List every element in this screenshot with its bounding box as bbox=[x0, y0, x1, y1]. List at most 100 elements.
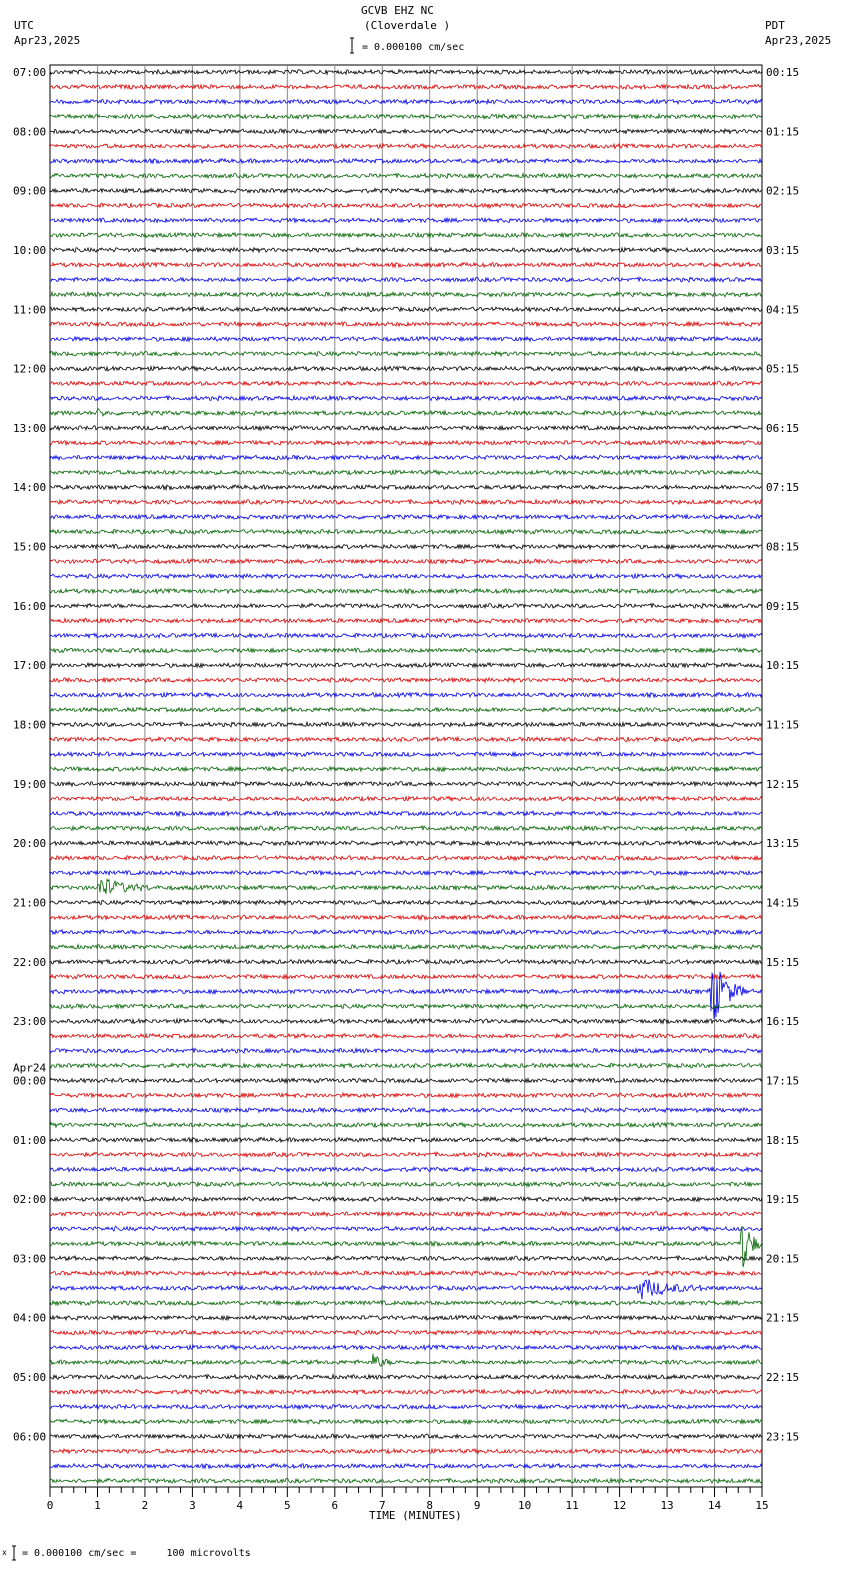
trace-17 bbox=[49, 320, 763, 328]
trace-92 bbox=[49, 1432, 763, 1441]
trace-0 bbox=[49, 68, 763, 76]
trace-85 bbox=[49, 1329, 763, 1337]
trace-30 bbox=[49, 513, 763, 521]
x-tick-label: 15 bbox=[755, 1499, 768, 1512]
pdt-hour-label: 04:15 bbox=[766, 303, 799, 316]
x-tick-label: 0 bbox=[47, 1499, 54, 1512]
utc-hour-label: 10:00 bbox=[13, 244, 46, 257]
trace-15 bbox=[49, 290, 763, 298]
trace-49 bbox=[49, 795, 763, 803]
utc-hour-label: 00:00 bbox=[13, 1074, 46, 1087]
utc-hour-label: 08:00 bbox=[13, 125, 46, 138]
trace-64 bbox=[49, 1017, 763, 1025]
trace-79 bbox=[49, 1226, 763, 1268]
footer-scale-bar-icon bbox=[12, 1545, 16, 1561]
x-tick-label: 6 bbox=[331, 1499, 338, 1512]
pdt-hour-label: 16:15 bbox=[766, 1015, 799, 1028]
trace-67 bbox=[49, 1061, 763, 1070]
trace-50 bbox=[49, 809, 763, 818]
pdt-hour-label: 00:15 bbox=[766, 66, 799, 79]
trace-38 bbox=[49, 631, 763, 640]
pdt-hour-label: 02:15 bbox=[766, 185, 799, 198]
trace-31 bbox=[49, 528, 763, 536]
trace-40 bbox=[49, 661, 763, 669]
utc-hour-label: 20:00 bbox=[13, 837, 46, 850]
trace-63 bbox=[49, 1002, 763, 1010]
trace-8 bbox=[49, 186, 763, 195]
trace-75 bbox=[49, 1180, 763, 1188]
x-tick-label: 8 bbox=[426, 1499, 433, 1512]
trace-83 bbox=[49, 1299, 763, 1307]
trace-91 bbox=[49, 1418, 763, 1426]
pdt-hour-label: 18:15 bbox=[766, 1134, 799, 1147]
pdt-hour-label: 14:15 bbox=[766, 896, 799, 909]
trace-5 bbox=[49, 142, 763, 150]
trace-70 bbox=[49, 1106, 763, 1114]
trace-66 bbox=[49, 1046, 763, 1054]
trace-29 bbox=[49, 498, 763, 506]
trace-87 bbox=[49, 1353, 763, 1367]
pdt-hour-label: 03:15 bbox=[766, 244, 799, 257]
trace-93 bbox=[49, 1447, 763, 1455]
trace-19 bbox=[49, 350, 763, 358]
trace-26 bbox=[49, 454, 763, 462]
x-tick-label: 7 bbox=[379, 1499, 386, 1512]
trace-21 bbox=[49, 380, 763, 387]
trace-48 bbox=[49, 780, 763, 788]
pdt-hour-label: 10:15 bbox=[766, 659, 799, 672]
pdt-hour-label: 23:15 bbox=[766, 1430, 799, 1443]
trace-18 bbox=[49, 335, 763, 343]
pdt-hour-label: 11:15 bbox=[766, 719, 799, 732]
utc-hour-label: 14:00 bbox=[13, 481, 46, 494]
pdt-hour-label: 09:15 bbox=[766, 600, 799, 613]
seismogram-plot: 0 1 2 3 4 5 6 7 8 9 10 11 12 13 14 1507:0008:0009:0010:… bbox=[12, 37, 799, 1561]
trace-72 bbox=[49, 1136, 763, 1144]
x-tick-label: 2 bbox=[142, 1499, 149, 1512]
utc-hour-label: 16:00 bbox=[13, 600, 46, 613]
trace-52 bbox=[49, 839, 763, 847]
trace-65 bbox=[49, 1032, 763, 1040]
trace-51 bbox=[49, 824, 763, 832]
trace-1 bbox=[49, 83, 763, 91]
trace-2 bbox=[49, 97, 763, 106]
trace-88 bbox=[49, 1373, 763, 1381]
trace-34 bbox=[49, 572, 763, 580]
trace-61 bbox=[49, 973, 763, 981]
utc-hour-label: 09:00 bbox=[13, 185, 46, 198]
trace-13 bbox=[49, 261, 763, 269]
utc-hour-label: 01:00 bbox=[13, 1134, 46, 1147]
trace-42 bbox=[49, 691, 763, 699]
utc-hour-label: 21:00 bbox=[13, 896, 46, 909]
trace-57 bbox=[49, 913, 763, 922]
trace-10 bbox=[49, 216, 763, 224]
trace-80 bbox=[49, 1254, 763, 1262]
pdt-hour-label: 13:15 bbox=[766, 837, 799, 850]
trace-16 bbox=[49, 305, 763, 313]
trace-59 bbox=[49, 943, 763, 951]
trace-36 bbox=[49, 602, 763, 610]
trace-78 bbox=[49, 1225, 763, 1233]
trace-20 bbox=[49, 364, 763, 373]
trace-6 bbox=[50, 157, 763, 165]
helicorder: GCVB EHZ NC (Cloverdale ) UTC Apr23,2025… bbox=[0, 0, 850, 1584]
utc-hour-label: 06:00 bbox=[13, 1430, 46, 1443]
trace-47 bbox=[49, 765, 763, 773]
x-tick-label: 4 bbox=[237, 1499, 244, 1512]
trace-32 bbox=[49, 543, 763, 551]
x-tick-label: 11 bbox=[566, 1499, 579, 1512]
trace-53 bbox=[49, 854, 763, 862]
pdt-hour-label: 06:15 bbox=[766, 422, 799, 435]
trace-60 bbox=[49, 958, 763, 966]
trace-76 bbox=[49, 1195, 763, 1203]
trace-3 bbox=[49, 112, 763, 121]
trace-43 bbox=[49, 706, 763, 714]
trace-37 bbox=[49, 616, 763, 625]
trace-39 bbox=[49, 647, 763, 654]
pdt-hour-label: 21:15 bbox=[766, 1312, 799, 1325]
x-tick-label: 1 bbox=[94, 1499, 101, 1512]
trace-44 bbox=[49, 720, 763, 728]
trace-94 bbox=[49, 1462, 763, 1470]
trace-90 bbox=[49, 1403, 763, 1411]
utc-hour-label: 17:00 bbox=[13, 659, 46, 672]
trace-12 bbox=[49, 246, 763, 254]
